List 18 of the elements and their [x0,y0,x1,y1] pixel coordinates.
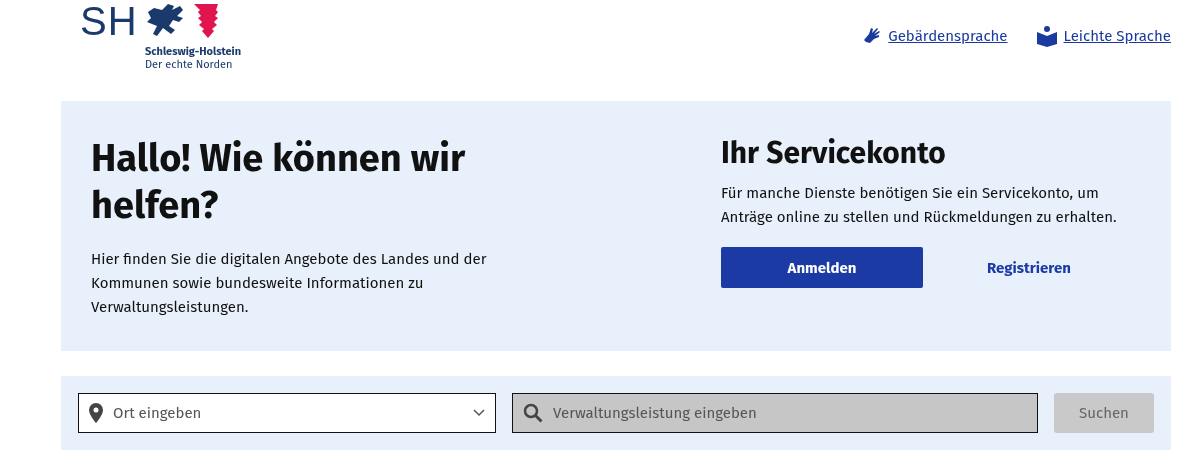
location-pin-icon [89,403,103,423]
logo-title: Schleswig-Holstein [145,45,242,58]
logo-slogan: Der echte Norden [145,58,234,71]
logo-letters: SH [80,0,138,42]
chevron-down-icon [473,409,485,417]
servicekonto-title: Ihr Servicekonto [721,134,947,173]
login-button[interactable]: Anmelden [721,247,923,288]
register-link[interactable]: Registrieren [987,258,1071,277]
header-link[interactable]: Gebärdensprache [888,27,1008,45]
hero-title: Hallo! Wie können wir helfen? [91,135,467,229]
servicekonto-text: Für manche Dienste benötigen Sie ein Servicekonto, um Anträge online zu stellen und Rückmeldungen zu erhalten. [721,183,1118,228]
search-icon [523,403,543,423]
hero-text: Hier finden Sie die digitalen Angebote des Landes und der Kommunen sowie bundesweite Informationen zu Verwaltungsleistungen. [91,249,488,318]
book-reader-icon [1035,25,1058,47]
location-field[interactable]: Ort eingeben [78,393,496,433]
header-link[interactable]: Leichte Sprache [1063,27,1171,45]
nettle-leaf-icon [193,2,218,40]
hands-icon [862,26,883,46]
